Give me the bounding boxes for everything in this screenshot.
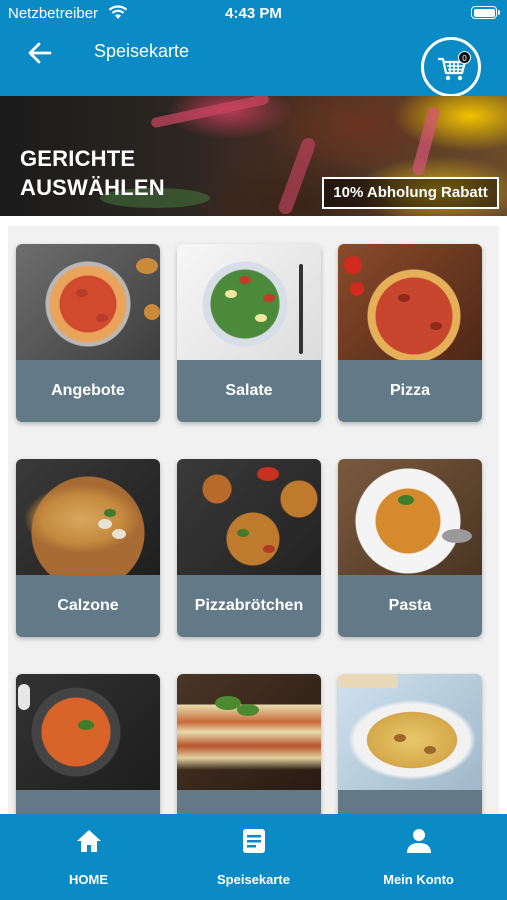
category-label: Calzone: [16, 575, 160, 637]
tab-label: HOME: [69, 872, 108, 887]
cart-count-badge: 0: [458, 51, 471, 64]
hero-image-detail: [150, 96, 270, 129]
category-label: Pizzabrötchen: [177, 575, 321, 637]
category-image-pizzabroetchen: [177, 459, 321, 575]
hero-image-detail: [276, 136, 318, 216]
category-label: [16, 790, 160, 814]
category-card[interactable]: [16, 674, 160, 814]
back-arrow-icon[interactable]: [26, 39, 54, 67]
nav-bar: Speisekarte 0: [0, 36, 507, 97]
category-card-pizza[interactable]: Pizza: [338, 244, 482, 422]
menu-list-icon: [242, 829, 265, 853]
bottom-tab-bar: HOME Speisekarte Mein Konto: [0, 814, 507, 900]
app-screen: Netzbetreiber 4:43 PM Speisekarte 0 GERI…: [0, 0, 507, 900]
category-card-angebote[interactable]: Angebote: [16, 244, 160, 422]
category-card-salate[interactable]: Salate: [177, 244, 321, 422]
tab-home[interactable]: HOME: [4, 814, 173, 900]
tab-label: Mein Konto: [383, 872, 454, 887]
category-image: [16, 674, 160, 790]
category-image-salate: [177, 244, 321, 360]
category-image-pasta: [338, 459, 482, 575]
status-bar: Netzbetreiber 4:43 PM: [0, 0, 507, 28]
category-label: Pasta: [338, 575, 482, 637]
category-label: [177, 790, 321, 814]
category-image-pizza: [338, 244, 482, 360]
category-image: [338, 674, 482, 790]
tab-speisekarte[interactable]: Speisekarte: [169, 814, 338, 900]
hero-title-line1: GERICHTE: [20, 146, 136, 171]
battery-icon: [471, 6, 500, 19]
hero-title-line2: AUSWÄHLEN: [20, 175, 165, 200]
category-card-pasta[interactable]: Pasta: [338, 459, 482, 637]
hero-banner: GERICHTE AUSWÄHLEN 10% Abholung Rabatt: [0, 96, 507, 216]
category-grid: Angebote Salate Pizza Calzone Pizzabrötc…: [8, 226, 499, 814]
top-bar: Netzbetreiber 4:43 PM Speisekarte 0: [0, 0, 507, 97]
category-label: [338, 790, 482, 814]
category-grid-area: Angebote Salate Pizza Calzone Pizzabrötc…: [0, 216, 507, 814]
category-image-calzone: [16, 459, 160, 575]
category-card[interactable]: [177, 674, 321, 814]
tab-label: Speisekarte: [217, 872, 290, 887]
user-icon: [406, 829, 431, 853]
hero-image-detail: [411, 105, 441, 177]
category-label: Angebote: [16, 360, 160, 422]
category-image-angebote: [16, 244, 160, 360]
hero-title: GERICHTE AUSWÄHLEN: [20, 144, 165, 202]
page-title: Speisekarte: [94, 41, 190, 61]
category-image: [177, 674, 321, 790]
category-label: Salate: [177, 360, 321, 422]
home-icon: [76, 830, 101, 852]
category-label: Pizza: [338, 360, 482, 422]
tab-mein-konto[interactable]: Mein Konto: [334, 814, 503, 900]
promo-badge: 10% Abholung Rabatt: [322, 177, 499, 209]
cart-button[interactable]: 0: [421, 37, 481, 97]
clock: 4:43 PM: [225, 5, 282, 22]
category-card-pizzabroetchen[interactable]: Pizzabrötchen: [177, 459, 321, 637]
category-card[interactable]: [338, 674, 482, 814]
category-card-calzone[interactable]: Calzone: [16, 459, 160, 637]
